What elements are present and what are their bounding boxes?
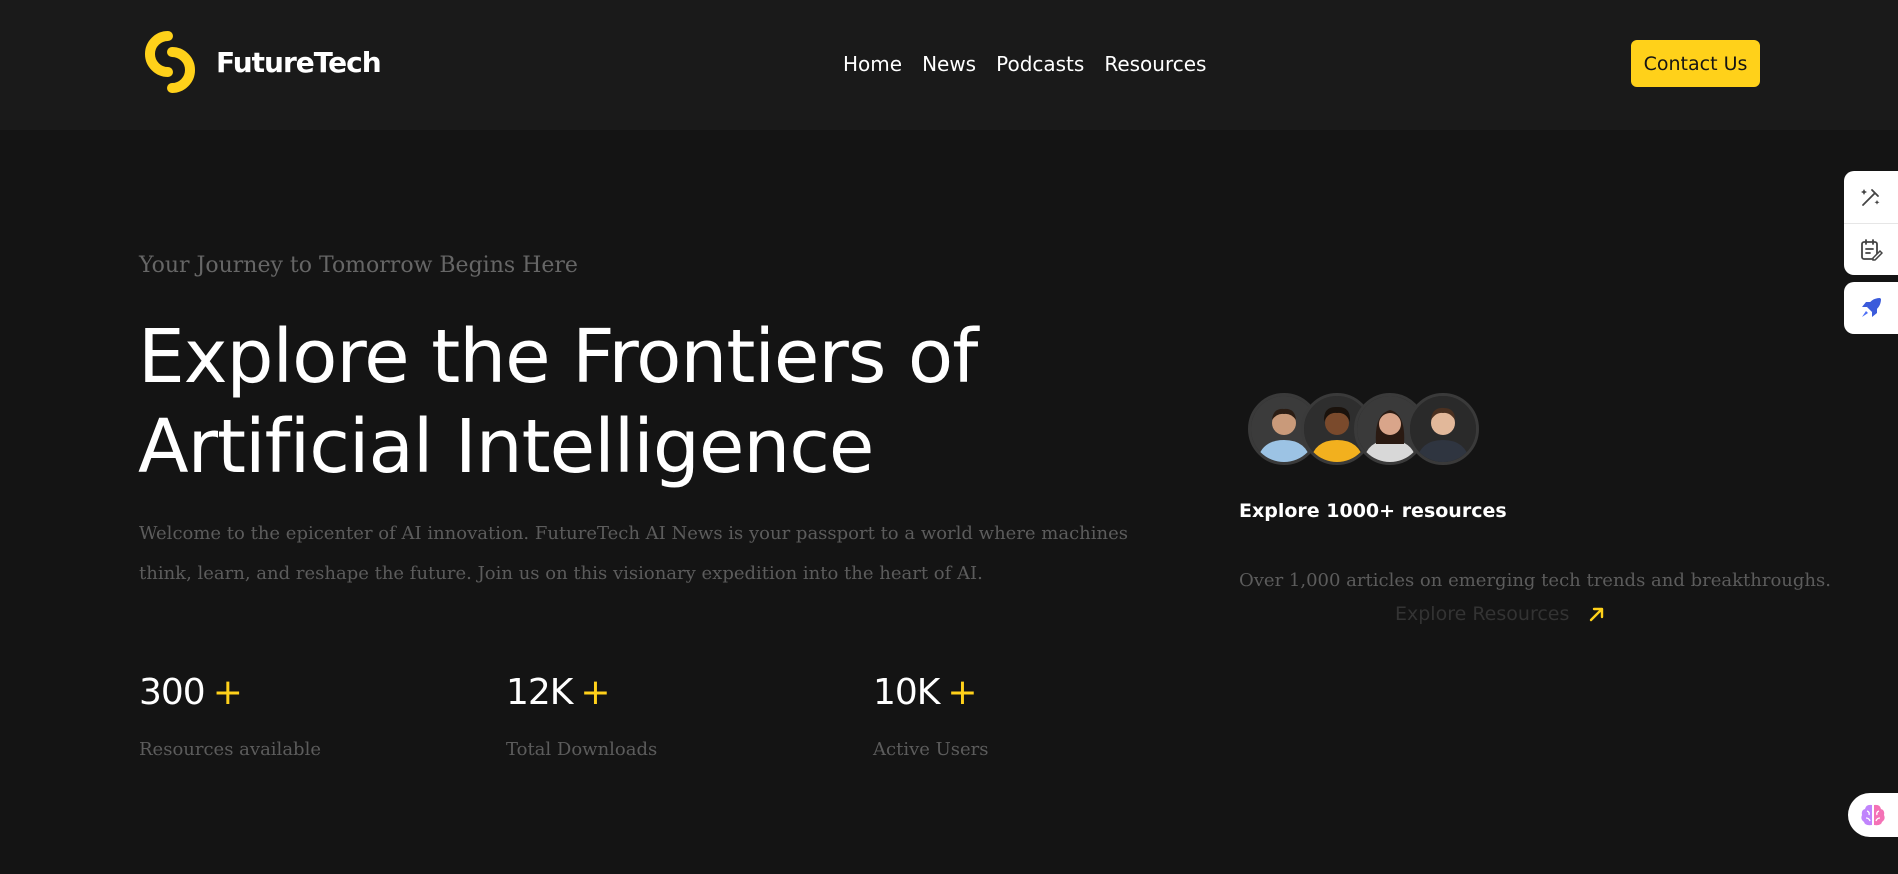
stat-value-row: 12K +	[506, 672, 657, 713]
stat-plus: +	[580, 672, 610, 713]
hero-title-line2: Artificial Intelligence	[138, 404, 874, 490]
stat-downloads: 12K + Total Downloads	[506, 672, 657, 760]
stat-label: Resources available	[139, 739, 321, 760]
site-header: FutureTech Home News Podcasts Resources …	[0, 0, 1898, 130]
nav-home[interactable]: Home	[843, 52, 902, 76]
logo-text: FutureTech	[216, 45, 382, 79]
stat-value: 300	[139, 672, 206, 713]
notes-edit-icon	[1861, 238, 1883, 261]
stat-label: Total Downloads	[506, 739, 658, 760]
contact-us-button[interactable]: Contact Us	[1631, 40, 1760, 87]
main-nav: Home News Podcasts Resources	[843, 52, 1206, 76]
explore-resources-label: Explore Resources	[1395, 603, 1570, 625]
magic-edit-button[interactable]	[1844, 171, 1898, 223]
nav-news[interactable]: News	[922, 52, 976, 76]
side-toolbar	[1844, 171, 1898, 275]
stat-value: 10K	[873, 672, 940, 713]
stat-plus: +	[212, 672, 243, 713]
magic-edit-icon	[1861, 189, 1880, 206]
avatar-group	[1248, 393, 1479, 465]
rocket-icon	[1862, 298, 1881, 317]
nav-resources[interactable]: Resources	[1104, 52, 1206, 76]
hero-subtitle: Your Journey to Tomorrow Begins Here	[139, 253, 578, 278]
resources-description: Over 1,000 articles on emerging tech tre…	[1239, 570, 1831, 591]
notes-edit-button[interactable]	[1844, 223, 1898, 275]
stat-users: 10K + Active Users	[873, 672, 989, 760]
nav-podcasts[interactable]: Podcasts	[996, 52, 1084, 76]
brain-icon	[1861, 804, 1885, 826]
explore-resources-link[interactable]: Explore Resources	[1395, 603, 1607, 625]
stat-resources: 300 + Resources available	[139, 672, 321, 760]
hero-title-line1: Explore the Frontiers of	[138, 314, 978, 400]
avatar	[1407, 393, 1479, 465]
rocket-button[interactable]	[1844, 282, 1898, 334]
ai-assistant-button[interactable]	[1848, 793, 1898, 837]
stat-plus: +	[947, 672, 977, 713]
stat-value-row: 300 +	[139, 672, 321, 713]
person-photo-icon	[1410, 396, 1476, 462]
resources-title: Explore 1000+ resources	[1239, 500, 1507, 522]
stat-value-row: 10K +	[873, 672, 989, 713]
hero-description: Welcome to the epicenter of AI innovatio…	[139, 523, 1129, 584]
stat-value: 12K	[506, 672, 573, 713]
hero-title: Explore the Frontiers of Artificial Inte…	[138, 312, 1138, 492]
futuretech-logo-icon	[145, 31, 195, 93]
logo[interactable]: FutureTech	[138, 30, 382, 94]
stat-label: Active Users	[873, 739, 989, 760]
arrow-up-right-icon	[1590, 607, 1604, 622]
